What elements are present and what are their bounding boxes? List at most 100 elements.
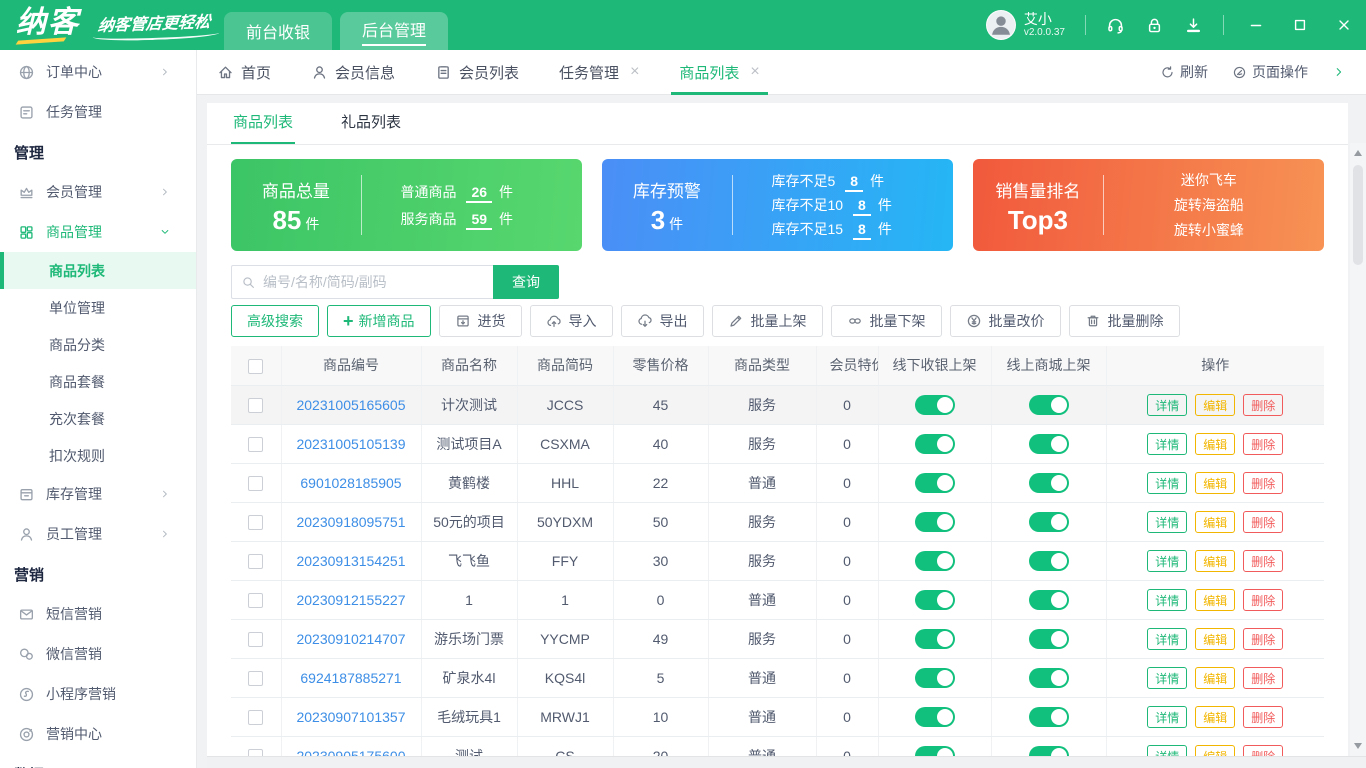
edit-button[interactable]: 编辑: [1195, 393, 1236, 416]
sidebar-subitem-recharge-package[interactable]: 充次套餐: [0, 400, 196, 437]
row-checkbox[interactable]: [248, 553, 264, 569]
offline-toggle[interactable]: [914, 667, 955, 688]
import-button[interactable]: 导入: [529, 305, 613, 337]
online-toggle[interactable]: [1028, 589, 1069, 610]
stat-line-value[interactable]: 8: [853, 197, 871, 216]
edit-button[interactable]: 编辑: [1195, 549, 1236, 572]
sidebar-item-task-manage[interactable]: 任务管理: [0, 92, 196, 132]
page-ops-button[interactable]: 页面操作: [1232, 62, 1308, 82]
delete-button[interactable]: 删除: [1243, 432, 1284, 455]
offline-toggle[interactable]: [914, 589, 955, 610]
delete-button[interactable]: 删除: [1243, 744, 1284, 756]
online-toggle[interactable]: [1028, 394, 1069, 415]
row-checkbox[interactable]: [248, 475, 264, 491]
row-checkbox[interactable]: [248, 514, 264, 530]
online-toggle[interactable]: [1028, 511, 1069, 532]
sidebar-subitem-goods-list[interactable]: 商品列表: [0, 252, 196, 289]
detail-button[interactable]: 详情: [1147, 393, 1188, 416]
detail-button[interactable]: 详情: [1147, 666, 1188, 689]
row-checkbox[interactable]: [248, 436, 264, 452]
detail-button[interactable]: 详情: [1147, 705, 1188, 728]
batch-delete-button[interactable]: 批量删除: [1068, 305, 1180, 337]
delete-button[interactable]: 删除: [1243, 666, 1284, 689]
sidebar-item-miniprogram-marketing[interactable]: 小程序营销: [0, 674, 196, 714]
page-tab-home[interactable]: 首页: [217, 50, 271, 94]
product-code-link[interactable]: 20230912155227: [296, 592, 405, 608]
sidebar-subitem-goods-category[interactable]: 商品分类: [0, 326, 196, 363]
sidebar-item-wechat-marketing[interactable]: 微信营销: [0, 634, 196, 674]
sidebar-item-order-center[interactable]: 订单中心: [0, 52, 196, 92]
vertical-scrollbar[interactable]: [1350, 143, 1366, 756]
horizontal-scrollbar[interactable]: [207, 756, 1366, 768]
offline-toggle[interactable]: [914, 745, 955, 756]
edit-button[interactable]: 编辑: [1195, 705, 1236, 728]
sidebar-item-marketing-center[interactable]: 营销中心: [0, 714, 196, 754]
user-menu[interactable]: 艾小 v2.0.0.37: [985, 10, 1065, 40]
product-code-link[interactable]: 6901028185905: [300, 475, 401, 491]
query-button[interactable]: 查询: [493, 265, 559, 299]
close-button[interactable]: [1336, 17, 1352, 33]
purchase-button[interactable]: 进货: [438, 305, 522, 337]
minimize-button[interactable]: [1248, 17, 1264, 33]
search-input[interactable]: [263, 274, 484, 290]
online-toggle[interactable]: [1028, 550, 1069, 571]
sidebar-item-staff-manage[interactable]: 员工管理: [0, 514, 196, 554]
detail-button[interactable]: 详情: [1147, 471, 1188, 494]
search-box[interactable]: [231, 265, 493, 299]
stat-line-value[interactable]: 8: [853, 221, 871, 240]
delete-button[interactable]: 删除: [1243, 627, 1284, 650]
offline-toggle[interactable]: [914, 394, 955, 415]
sidebar-item-goods-manage[interactable]: 商品管理: [0, 212, 196, 252]
product-code-link[interactable]: 20230918095751: [296, 514, 405, 530]
select-all-checkbox[interactable]: [248, 358, 264, 374]
row-checkbox[interactable]: [248, 592, 264, 608]
product-code-link[interactable]: 20230913154251: [296, 553, 405, 569]
panel-tab-goods-list[interactable]: 商品列表: [230, 111, 296, 144]
download-icon[interactable]: [1184, 16, 1203, 35]
offline-toggle[interactable]: [914, 550, 955, 571]
row-checkbox[interactable]: [248, 631, 264, 647]
sidebar-subitem-deduct-rule[interactable]: 扣次规则: [0, 437, 196, 474]
offline-toggle[interactable]: [914, 706, 955, 727]
delete-button[interactable]: 删除: [1243, 471, 1284, 494]
product-code-link[interactable]: 20231005105139: [296, 436, 405, 452]
stat-line-value[interactable]: 26: [466, 183, 493, 203]
online-toggle[interactable]: [1028, 628, 1069, 649]
offline-toggle[interactable]: [914, 433, 955, 454]
page-tab-member-info[interactable]: 会员信息: [311, 50, 395, 94]
online-toggle[interactable]: [1028, 433, 1069, 454]
detail-button[interactable]: 详情: [1147, 744, 1188, 756]
edit-button[interactable]: 编辑: [1195, 744, 1236, 756]
top-nav-tab-cashier[interactable]: 前台收银: [224, 12, 333, 50]
row-checkbox[interactable]: [248, 748, 264, 756]
product-code-link[interactable]: 20231005165605: [296, 397, 405, 413]
delete-button[interactable]: 删除: [1243, 588, 1284, 611]
edit-button[interactable]: 编辑: [1195, 666, 1236, 689]
offline-toggle[interactable]: [914, 472, 955, 493]
lock-icon[interactable]: [1145, 16, 1164, 35]
online-toggle[interactable]: [1028, 745, 1069, 756]
top-nav-tab-backstage[interactable]: 后台管理: [340, 12, 449, 50]
close-tab-icon[interactable]: ×: [750, 63, 759, 81]
panel-tab-gift-list[interactable]: 礼品列表: [341, 111, 401, 144]
row-checkbox[interactable]: [248, 670, 264, 686]
row-checkbox[interactable]: [248, 397, 264, 413]
maximize-button[interactable]: [1292, 17, 1308, 33]
batch-on-shelf-button[interactable]: 批量上架: [711, 305, 823, 337]
detail-button[interactable]: 详情: [1147, 627, 1188, 650]
chevron-right-icon[interactable]: [1332, 65, 1346, 79]
delete-button[interactable]: 删除: [1243, 510, 1284, 533]
page-tab-goods-list[interactable]: 商品列表 ×: [671, 50, 769, 95]
product-code-link[interactable]: 6924187885271: [300, 670, 401, 686]
offline-toggle[interactable]: [914, 511, 955, 532]
scroll-down-arrow-icon[interactable]: [1354, 743, 1362, 749]
online-toggle[interactable]: [1028, 706, 1069, 727]
detail-button[interactable]: 详情: [1147, 510, 1188, 533]
scroll-up-arrow-icon[interactable]: [1354, 150, 1362, 156]
delete-button[interactable]: 删除: [1243, 705, 1284, 728]
batch-reprice-button[interactable]: 批量改价: [949, 305, 1061, 337]
sidebar-subitem-goods-package[interactable]: 商品套餐: [0, 363, 196, 400]
online-toggle[interactable]: [1028, 667, 1069, 688]
close-tab-icon[interactable]: ×: [630, 63, 639, 81]
stat-line-value[interactable]: 8: [845, 173, 864, 192]
